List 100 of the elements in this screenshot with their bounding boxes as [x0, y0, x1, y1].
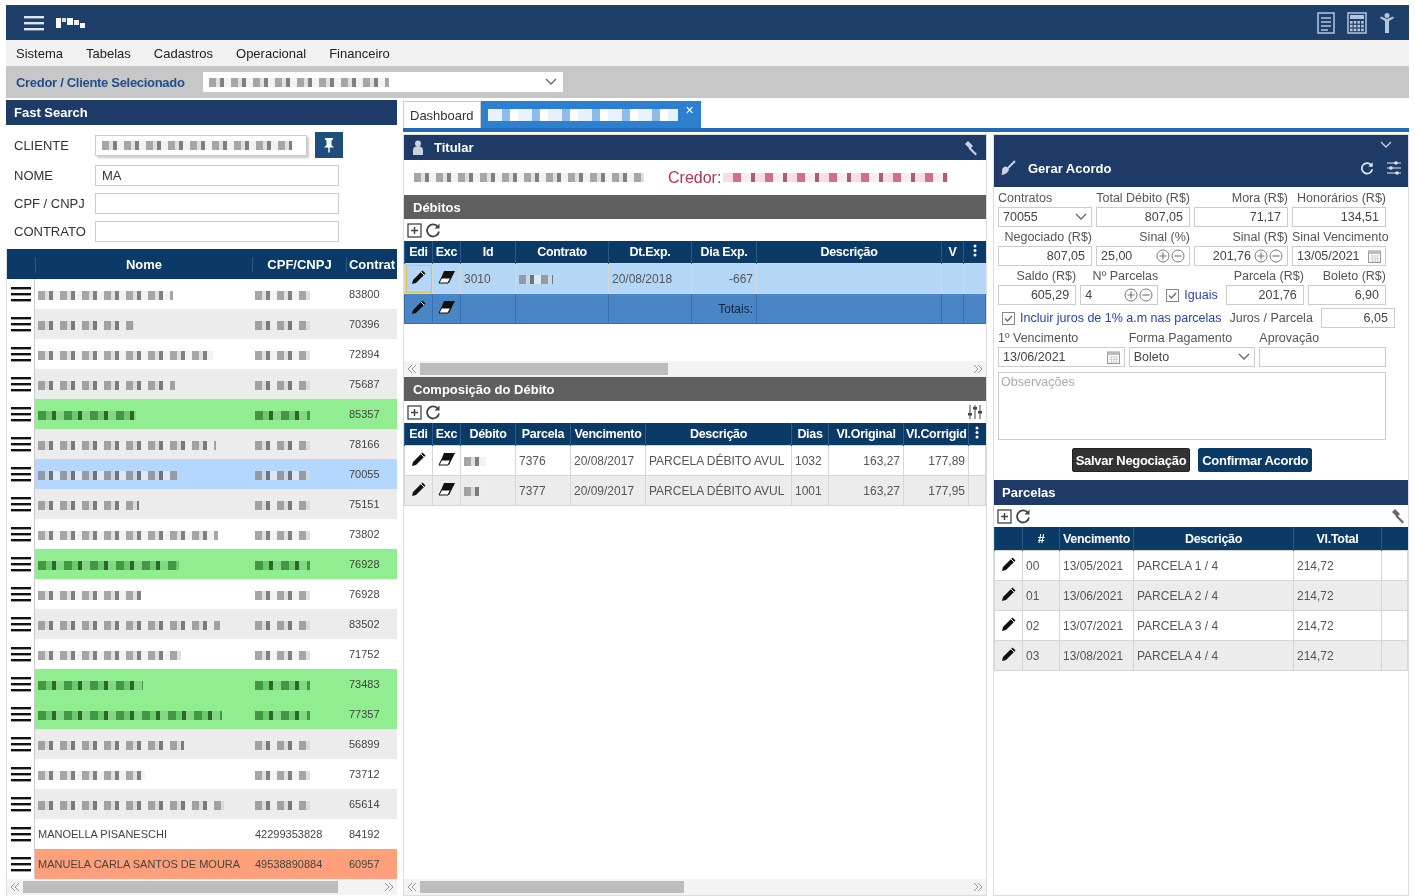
menu-icon[interactable]: [10, 616, 31, 632]
sliders-icon[interactable]: [967, 404, 983, 420]
column-header[interactable]: Vl.Total: [1293, 527, 1382, 551]
text-field[interactable]: [95, 134, 307, 156]
scroll-left-icon[interactable]: [407, 882, 417, 892]
add-icon[interactable]: [407, 222, 422, 238]
text-field[interactable]: [1259, 347, 1386, 367]
text-field[interactable]: [95, 192, 339, 214]
eraser-icon[interactable]: [437, 270, 456, 284]
table-row[interactable]: 65614: [7, 789, 397, 819]
pencil-icon[interactable]: [1000, 586, 1017, 602]
column-header[interactable]: Exc: [432, 423, 461, 446]
tab[interactable]: Dashboard: [403, 101, 481, 128]
checkbox-label[interactable]: Iguais: [1184, 288, 1218, 302]
refresh-icon[interactable]: [425, 404, 441, 420]
more-icon[interactable]: [972, 244, 977, 257]
table-row[interactable]: 56899: [7, 729, 397, 759]
chevron-down-icon[interactable]: [1075, 213, 1087, 221]
menu-item[interactable]: Cadastros: [153, 45, 214, 61]
table-row[interactable]: 83502: [7, 609, 397, 639]
plus-circle-icon[interactable]: [1156, 249, 1170, 263]
minus-circle-icon[interactable]: [1269, 249, 1283, 263]
column-header[interactable]: Descrição: [1133, 527, 1294, 551]
menu-icon[interactable]: [10, 706, 31, 722]
table-row[interactable]: 70055: [7, 459, 397, 489]
menu-icon[interactable]: [10, 316, 31, 332]
number-field[interactable]: 807,05: [1096, 207, 1190, 227]
horizontal-scrollbar[interactable]: [7, 879, 397, 895]
menu-icon[interactable]: [10, 646, 31, 662]
menu-icon[interactable]: [10, 676, 31, 692]
pencil-icon[interactable]: [410, 451, 427, 467]
table-row[interactable]: 73483: [7, 669, 397, 699]
stepper-field[interactable]: 25,00: [1096, 246, 1190, 266]
chevron-down-icon[interactable]: [1238, 353, 1251, 361]
select-field[interactable]: Boleto: [1128, 347, 1256, 367]
refresh-icon[interactable]: [425, 222, 441, 238]
stepper-field[interactable]: 201,76: [1194, 246, 1288, 266]
date-field[interactable]: 13/05/2021: [1292, 246, 1386, 266]
menu-icon[interactable]: [10, 556, 31, 572]
table-row[interactable]: 75687: [7, 369, 397, 399]
column-header[interactable]: V: [941, 241, 964, 264]
menu-item[interactable]: Operacional: [236, 45, 307, 61]
refresh-icon[interactable]: [1015, 508, 1031, 524]
menu-icon[interactable]: [10, 346, 31, 362]
column-header[interactable]: Dt.Exp.: [608, 241, 692, 264]
plus-circle-icon[interactable]: [1254, 249, 1268, 263]
eraser-icon[interactable]: [437, 452, 456, 466]
checkbox[interactable]: [1166, 288, 1180, 302]
minus-circle-icon[interactable]: [1139, 288, 1154, 302]
number-field[interactable]: 201,76: [1225, 285, 1304, 305]
eraser-icon[interactable]: [437, 300, 456, 314]
number-field[interactable]: 605,29: [998, 285, 1077, 305]
text-field[interactable]: [95, 220, 339, 242]
eraser-icon[interactable]: [437, 482, 456, 496]
calendar-icon[interactable]: [1368, 249, 1381, 263]
pencil-icon[interactable]: [410, 481, 427, 497]
number-field[interactable]: 6,90: [1307, 285, 1386, 305]
close-icon[interactable]: ×: [685, 102, 694, 118]
column-header[interactable]: Nome: [35, 256, 252, 272]
menu-icon[interactable]: [10, 286, 31, 302]
menu-icon[interactable]: [10, 436, 31, 452]
menu-icon[interactable]: [10, 736, 31, 752]
column-header[interactable]: Descrição: [756, 241, 942, 264]
menu-icon[interactable]: [24, 14, 44, 31]
date-field[interactable]: 13/06/2021: [998, 347, 1125, 367]
scroll-right-icon[interactable]: [384, 882, 394, 892]
select-field[interactable]: 70055: [998, 207, 1092, 227]
checkbox[interactable]: [1002, 311, 1015, 325]
person-icon[interactable]: [1379, 11, 1395, 34]
calculator-icon[interactable]: [1347, 11, 1367, 34]
column-header[interactable]: #: [1022, 527, 1060, 551]
menu-icon[interactable]: [10, 826, 31, 842]
chevron-down-icon[interactable]: [544, 78, 557, 86]
number-field[interactable]: 807,05: [998, 246, 1092, 266]
number-field[interactable]: 6,05: [1320, 308, 1395, 328]
column-header[interactable]: Vl.Original: [828, 423, 904, 446]
column-header[interactable]: CPF/CNPJ: [252, 256, 346, 272]
column-header[interactable]: Id: [460, 241, 516, 264]
scroll-right-icon[interactable]: [973, 364, 983, 374]
menu-icon[interactable]: [10, 586, 31, 602]
checkbox-label[interactable]: Incluir juros de 1% a.m nas parcelas: [1020, 311, 1222, 325]
menu-icon[interactable]: [10, 526, 31, 542]
scroll-right-icon[interactable]: [973, 882, 983, 892]
menu-icon[interactable]: [10, 376, 31, 392]
horizontal-scrollbar[interactable]: [404, 361, 986, 377]
table-row[interactable]: 77357: [7, 699, 397, 729]
confirm-button[interactable]: Confirmar Acordo: [1198, 448, 1313, 472]
menu-icon[interactable]: [10, 466, 31, 482]
horizontal-scrollbar[interactable]: [404, 879, 986, 895]
column-header[interactable]: Dias: [791, 423, 829, 446]
menu-icon[interactable]: [10, 766, 31, 782]
column-header[interactable]: Exc: [432, 241, 461, 264]
column-header[interactable]: Vl.Corrigid: [903, 423, 969, 446]
column-header[interactable]: Edi: [404, 241, 433, 264]
more-icon[interactable]: [975, 426, 980, 439]
scroll-left-icon[interactable]: [407, 364, 417, 374]
menu-icon[interactable]: [10, 406, 31, 422]
save-button[interactable]: Salvar Negociação: [1071, 448, 1191, 472]
column-header[interactable]: Contrat: [346, 256, 397, 272]
add-icon[interactable]: [407, 404, 422, 420]
